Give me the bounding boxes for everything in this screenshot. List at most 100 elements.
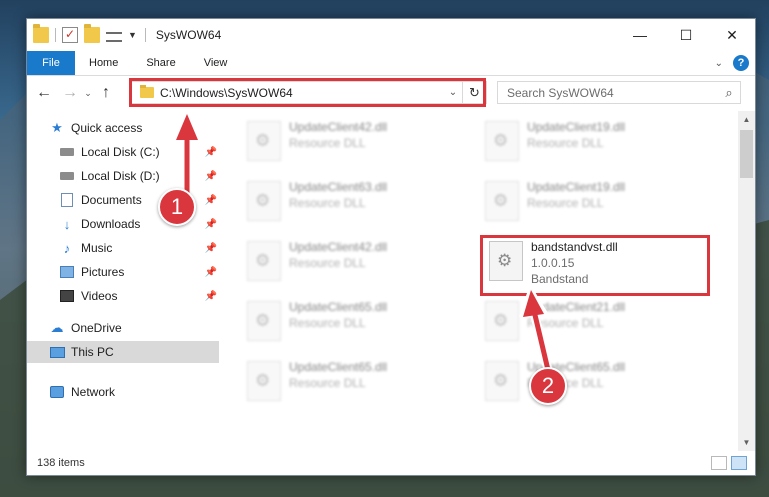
computer-icon — [49, 344, 65, 360]
back-button[interactable]: ← — [33, 82, 55, 104]
forward-button[interactable]: → — [59, 82, 81, 104]
file-description: Resource DLL — [527, 196, 604, 210]
scroll-down-icon[interactable]: ▼ — [738, 434, 755, 451]
list-item[interactable]: UpdateClient65.dllResource DLL — [485, 359, 705, 409]
tab-view[interactable]: View — [190, 51, 242, 75]
address-highlight-box — [129, 78, 486, 107]
dll-file-icon — [247, 301, 281, 341]
navigation-pane: ★ Quick access Local Disk (C:) 📌 Local D… — [27, 115, 219, 451]
dll-file-icon — [485, 181, 519, 221]
pin-icon[interactable]: 📌 — [205, 171, 217, 182]
step-1-badge: 1 — [158, 188, 196, 226]
file-name: UpdateClient21.dll — [527, 300, 626, 314]
star-icon: ★ — [51, 120, 63, 135]
help-icon[interactable]: ? — [733, 55, 749, 71]
new-folder-icon[interactable] — [84, 24, 100, 43]
dll-file-icon — [247, 241, 281, 281]
sidebar-item-pictures[interactable]: Pictures 📌 — [59, 261, 217, 283]
file-description: Resource DLL — [289, 316, 366, 330]
cloud-icon: ☁ — [50, 320, 64, 335]
sidebar-item-music[interactable]: ♪ Music 📌 — [59, 237, 217, 259]
music-icon: ♪ — [63, 240, 71, 256]
maximize-button[interactable]: ☐ — [663, 19, 709, 51]
file-name: UpdateClient42.dll — [289, 240, 388, 254]
vertical-scrollbar[interactable]: ▲ ▼ — [738, 111, 755, 451]
list-item[interactable]: UpdateClient65.dll Resource DLL — [247, 299, 467, 349]
disk-icon — [59, 144, 75, 160]
pictures-icon — [59, 264, 75, 280]
search-input[interactable]: Search SysWOW64 — [498, 86, 718, 100]
search-box[interactable]: Search SysWOW64 ⌕ — [497, 81, 741, 104]
file-highlight-box — [480, 235, 710, 296]
dll-file-icon — [247, 361, 281, 401]
tab-home[interactable]: Home — [75, 51, 132, 75]
up-button[interactable]: ↑ — [95, 82, 117, 104]
dll-file-icon — [485, 361, 519, 401]
file-name: UpdateClient42.dll — [289, 120, 388, 134]
file-name: UpdateClient65.dll — [289, 300, 388, 314]
sidebar-item-local-disk-c[interactable]: Local Disk (C:) 📌 — [59, 141, 217, 163]
list-item[interactable]: UpdateClient21.dll Resource DLL — [485, 299, 705, 349]
sidebar-item-videos[interactable]: Videos 📌 — [59, 285, 217, 307]
view-switcher — [707, 456, 747, 470]
list-item[interactable]: UpdateClient42.dll Resource DLL — [247, 239, 467, 289]
dll-file-icon — [247, 121, 281, 161]
divider — [55, 28, 56, 42]
file-name: UpdateClient19.dll — [527, 180, 626, 194]
sidebar-item-onedrive[interactable]: ☁ OneDrive — [49, 317, 217, 339]
ribbon-tabs: File Home Share View ⌄ ? — [27, 51, 755, 76]
details-view-button[interactable] — [711, 456, 727, 470]
sidebar-item-label: Pictures — [81, 265, 125, 279]
sidebar-item-label: Local Disk (C:) — [81, 145, 160, 159]
list-item[interactable]: UpdateClient42.dll Resource DLL — [247, 119, 467, 169]
tiles-view-button[interactable] — [731, 456, 747, 470]
properties-icon[interactable] — [62, 27, 78, 43]
sidebar-item-label: Videos — [81, 289, 118, 303]
file-description: Resource DLL — [289, 136, 366, 150]
file-description: Resource DLL — [289, 256, 366, 270]
list-item[interactable]: UpdateClient19.dll Resource DLL — [485, 179, 705, 229]
divider — [144, 28, 146, 42]
file-name: UpdateClient19.dll — [527, 120, 626, 134]
downloads-icon: ↓ — [63, 216, 71, 232]
sidebar-item-network[interactable]: Network — [49, 381, 217, 403]
quick-access-toolbar: ▼ — [33, 24, 152, 43]
scrollbar-thumb[interactable] — [740, 130, 753, 178]
file-description: Resource DLL — [527, 136, 604, 150]
title-bar: ▼ SysWOW64 — ☐ ✕ — [27, 19, 755, 51]
step-2-badge: 2 — [529, 367, 567, 405]
sidebar-item-label: Documents — [81, 193, 142, 207]
list-item[interactable]: UpdateClient19.dll Resource DLL — [485, 119, 705, 169]
scroll-up-icon[interactable]: ▲ — [738, 111, 755, 128]
file-name: UpdateClient65.dll — [289, 360, 388, 374]
list-item[interactable]: UpdateClient65.dllResource DLL — [247, 359, 467, 409]
pin-icon[interactable]: 📌 — [205, 291, 217, 302]
sidebar-item-quick-access[interactable]: ★ Quick access — [49, 117, 217, 139]
videos-icon — [59, 288, 75, 304]
sidebar-item-label: This PC — [71, 345, 114, 359]
customize-icon[interactable] — [106, 31, 122, 42]
list-item[interactable]: UpdateClient63.dll Resource DLL — [247, 179, 467, 229]
sidebar-item-this-pc[interactable]: This PC — [27, 341, 219, 363]
tab-share[interactable]: Share — [132, 51, 189, 75]
dll-file-icon — [485, 301, 519, 341]
pin-icon[interactable]: 📌 — [205, 243, 217, 254]
sidebar-item-label: Network — [71, 385, 116, 399]
minimize-button[interactable]: — — [617, 19, 663, 51]
chevron-down-icon[interactable]: ▼ — [128, 30, 137, 40]
folder-icon — [33, 24, 49, 43]
network-icon — [49, 384, 65, 400]
disk-icon — [59, 168, 75, 184]
expand-ribbon-icon[interactable]: ⌄ — [715, 58, 723, 69]
sidebar-item-label: Quick access — [71, 121, 143, 135]
tab-file[interactable]: File — [27, 51, 75, 75]
dll-file-icon — [485, 121, 519, 161]
pin-icon[interactable]: 📌 — [205, 147, 217, 158]
pin-icon[interactable]: 📌 — [205, 195, 217, 206]
recent-locations-button[interactable]: ⌄ — [81, 82, 95, 104]
pin-icon[interactable]: 📌 — [205, 267, 217, 278]
sidebar-item-local-disk-d[interactable]: Local Disk (D:) 📌 — [59, 165, 217, 187]
pin-icon[interactable]: 📌 — [205, 219, 217, 230]
close-button[interactable]: ✕ — [709, 19, 755, 51]
sidebar-item-label: OneDrive — [71, 321, 122, 335]
